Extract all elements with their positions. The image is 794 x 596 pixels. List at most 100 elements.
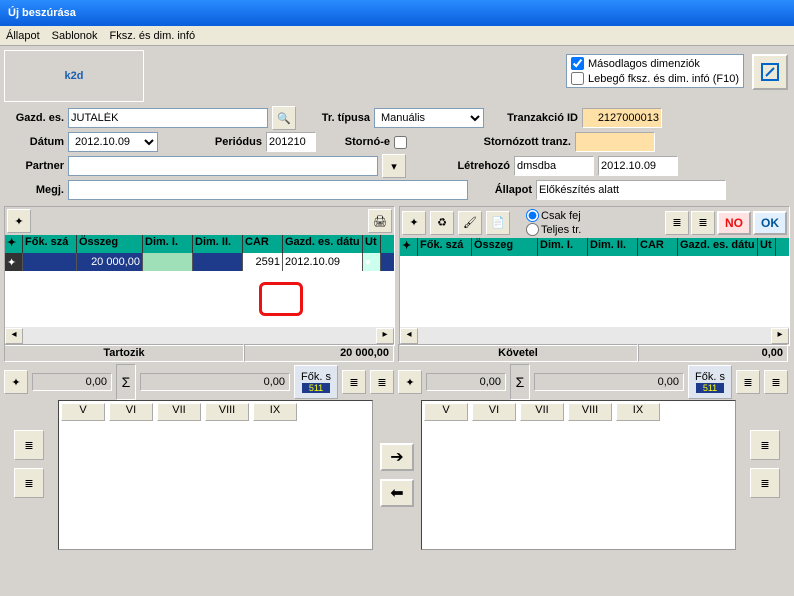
no-button[interactable]: NO [717,211,751,235]
r-col-car[interactable]: CAR [638,238,678,256]
menu-bar: Állapot Sablonok Fksz. és dim. infó [0,26,794,46]
arrow-right-button[interactable]: ➔ [380,443,414,471]
left-expand-icon[interactable]: ✦ [7,209,31,233]
right-scroll[interactable]: ◂ ▸ [400,327,789,345]
top-right-panel: Másodlagos dimenziók Lebegő fksz. és dim… [566,54,788,90]
menu-allapot[interactable]: Állapot [6,30,40,42]
sigma-icon: Σ [116,364,136,400]
lbl-datum: Dátum [4,136,64,148]
col-fok[interactable]: Fők. szá [23,235,77,253]
tab-vi-r[interactable]: VI [472,403,516,421]
side-btn4[interactable]: ≣ [750,468,780,498]
right-side-buttons: ≣ ≣ [740,400,790,550]
input-gazd[interactable] [68,108,268,128]
lookup-gazd-icon[interactable]: 🔍 [272,106,296,130]
kovetel-label: Követel [398,344,638,362]
r-col-osszeg[interactable]: Összeg [472,238,538,256]
cell-osszeg[interactable]: 20 000,00 [77,253,143,271]
partner-dropdown-icon[interactable]: ▾ [382,154,406,178]
chk-lebego[interactable] [571,72,584,85]
edit-button[interactable] [752,54,788,90]
kovetel-zero2: 0,00 [534,373,684,391]
r-scroll-right-icon[interactable]: ▸ [771,328,789,344]
col-car[interactable]: CAR [243,235,283,253]
kovetel-expand-icon[interactable]: ✦ [398,370,422,394]
side-btn3[interactable]: ≣ [750,430,780,460]
tab-viii-l[interactable]: VIII [205,403,249,421]
col-ut[interactable]: Ut [363,235,381,253]
right-expand-icon[interactable]: ✦ [402,211,426,235]
tab-viii-r[interactable]: VIII [568,403,612,421]
r-col-expand[interactable]: ✦ [400,238,418,256]
list-icon4[interactable]: ≣ [764,370,788,394]
sort-icon1[interactable]: ≣ [665,211,689,235]
cell-datum[interactable]: 2012.10.09 [283,253,363,271]
radio-csakfej[interactable] [526,209,539,222]
radio-teljes[interactable] [526,223,539,236]
kovetel-zero1: 0,00 [426,373,506,391]
col-dim2[interactable]: Dim. II. [193,235,243,253]
tab-v-l[interactable]: V [61,403,105,421]
foks-button-right[interactable]: Fők. s511 [688,365,732,399]
sigma-icon2: Σ [510,364,530,400]
foks-button-left[interactable]: Fők. s511 [294,365,338,399]
list-icon3[interactable]: ≣ [736,370,760,394]
tartozik-zero2: 0,00 [140,373,290,391]
arrow-left-button[interactable]: ⬅ [380,479,414,507]
input-megj[interactable] [68,180,468,200]
val-letre-date: 2012.10.09 [598,156,678,176]
checkbox-panel: Másodlagos dimenziók Lebegő fksz. és dim… [566,54,744,88]
chk-masodlagos-label: Másodlagos dimenziók [588,58,700,70]
tab-v-r[interactable]: V [424,403,468,421]
left-grid-header: ✦ Fők. szá Összeg Dim. I. Dim. II. CAR G… [5,235,394,253]
lbl-tr: Tr. típusa [300,112,370,124]
print-icon[interactable]: 🖨 [368,209,392,233]
r-col-fok[interactable]: Fők. szá [418,238,472,256]
ok-button[interactable]: OK [753,211,787,235]
tartozik-expand-icon[interactable]: ✦ [4,370,28,394]
scroll-left-icon[interactable]: ◂ [5,328,23,344]
paint-icon[interactable]: 🖌 [458,211,482,235]
list-icon2[interactable]: ≣ [370,370,394,394]
input-partner[interactable] [68,156,378,176]
r-col-dim2[interactable]: Dim. II. [588,238,638,256]
radio-csakfej-label: Csak fej [541,210,581,222]
chk-storno[interactable] [394,136,407,149]
tab-ix-r[interactable]: IX [616,403,660,421]
right-grid: ✦ ♻ 🖌 📄 Csak fej Teljes tr. ≣ ≣ NO OK [399,206,790,346]
col-dim1[interactable]: Dim. I. [143,235,193,253]
col-osszeg[interactable]: Összeg [77,235,143,253]
val-tranz: 2127000013 [582,108,662,128]
table-row[interactable]: ✦ 20 000,00 2591 2012.10.09 ▾ [5,253,394,271]
scroll-right-icon[interactable]: ▸ [376,328,394,344]
col-gazd[interactable]: Gazd. es. dátu [283,235,363,253]
r-scroll-left-icon[interactable]: ◂ [400,328,418,344]
list-icon1[interactable]: ≣ [342,370,366,394]
tab-vii-l[interactable]: VII [157,403,201,421]
chk-masodlagos[interactable] [571,57,584,70]
sort-icon2[interactable]: ≣ [691,211,715,235]
lbl-megj: Megj. [4,184,64,196]
select-datum[interactable]: 2012.10.09 [68,132,158,152]
select-tr[interactable]: Manuális [374,108,484,128]
side-btn1[interactable]: ≣ [14,430,44,460]
menu-fksz[interactable]: Fksz. és dim. infó [110,30,196,42]
r-col-ut[interactable]: Ut [758,238,776,256]
val-periodus: 201210 [266,132,316,152]
cell-car[interactable]: 2591 [243,253,283,271]
tab-ix-l[interactable]: IX [253,403,297,421]
tab-vi-l[interactable]: VI [109,403,153,421]
col-expand[interactable]: ✦ [5,235,23,253]
tab-vii-r[interactable]: VII [520,403,564,421]
tartozik-zero1: 0,00 [32,373,112,391]
val-allapot: Előkészítés alatt [536,180,726,200]
left-scroll[interactable]: ◂ ▸ [5,327,394,345]
refresh-icon[interactable]: ♻ [430,211,454,235]
row-expand-icon[interactable]: ✦ [5,253,23,271]
doc-icon[interactable]: 📄 [486,211,510,235]
side-btn2[interactable]: ≣ [14,468,44,498]
title-bar: Új beszúrása [0,0,794,26]
r-col-dim1[interactable]: Dim. I. [538,238,588,256]
menu-sablonok[interactable]: Sablonok [52,30,98,42]
r-col-gazd[interactable]: Gazd. es. dátu [678,238,758,256]
